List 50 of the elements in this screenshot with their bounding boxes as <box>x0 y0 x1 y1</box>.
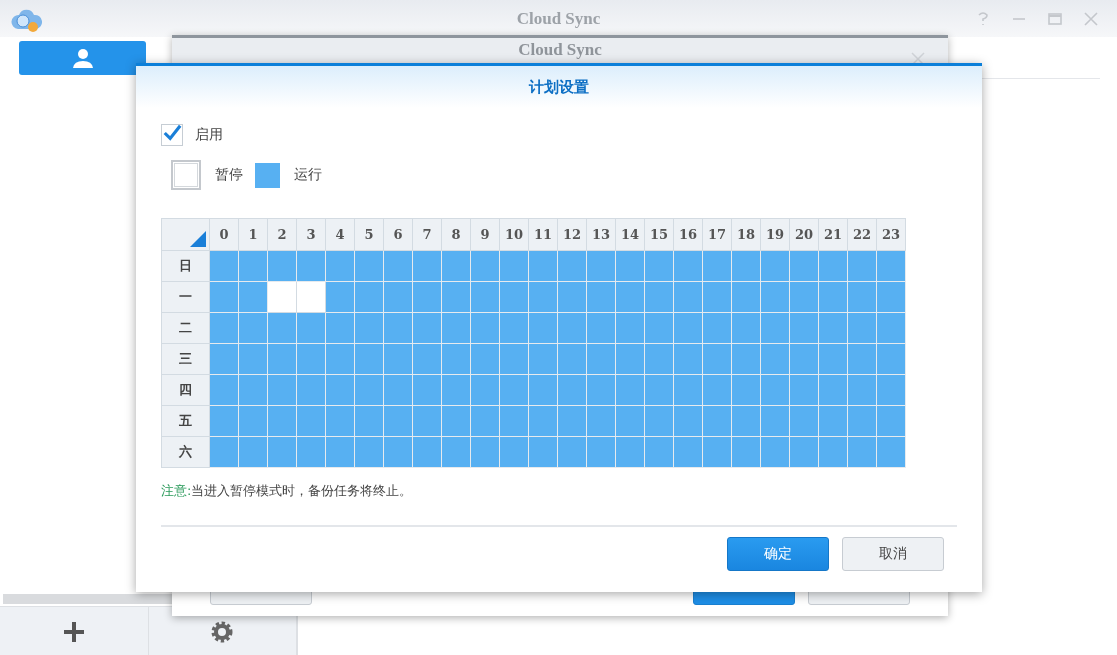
triangle-icon <box>190 231 206 247</box>
day-header[interactable]: 四 <box>161 374 210 406</box>
hour-header[interactable]: 12 <box>557 218 587 251</box>
day-header[interactable]: 日 <box>161 250 210 282</box>
paused-swatch <box>171 160 201 190</box>
hour-header[interactable]: 7 <box>412 218 442 251</box>
checkbox-label: 启用 <box>195 126 223 144</box>
hour-header[interactable]: 5 <box>354 218 384 251</box>
day-header[interactable]: 二 <box>161 312 210 344</box>
hour-header[interactable]: 6 <box>383 218 413 251</box>
hour-header[interactable]: 4 <box>325 218 355 251</box>
hour-header[interactable]: 11 <box>528 218 558 251</box>
user-tab[interactable] <box>19 41 146 75</box>
window-title: Cloud Sync <box>515 8 602 29</box>
dialog-title: 计划设置 <box>529 77 589 97</box>
dialog-title: Cloud Sync <box>518 40 602 59</box>
hour-header[interactable]: 2 <box>267 218 297 251</box>
settings-icon <box>210 619 235 644</box>
hour-header[interactable]: 0 <box>209 218 239 251</box>
legend-label: 暂停 <box>215 166 243 184</box>
hour-header[interactable]: 22 <box>847 218 877 251</box>
hour-header[interactable]: 10 <box>499 218 529 251</box>
day-header[interactable]: 五 <box>161 405 210 437</box>
note-label: 注意: <box>161 483 192 498</box>
user-icon <box>70 46 95 70</box>
hour-header[interactable]: 14 <box>615 218 645 251</box>
hour-header[interactable]: 18 <box>731 218 761 251</box>
legend-label: 运行 <box>294 166 322 184</box>
enable-checkbox[interactable] <box>161 124 183 146</box>
hour-header[interactable]: 23 <box>876 218 906 251</box>
hour-header[interactable]: 20 <box>789 218 819 251</box>
hour-header[interactable]: 19 <box>760 218 790 251</box>
hour-header[interactable]: 16 <box>673 218 703 251</box>
hour-header[interactable]: 8 <box>441 218 471 251</box>
day-header[interactable]: 一 <box>161 281 210 313</box>
hour-header[interactable]: 1 <box>238 218 268 251</box>
hour-header[interactable]: 17 <box>702 218 732 251</box>
day-header[interactable]: 六 <box>161 436 210 468</box>
maximize-icon[interactable] <box>1047 10 1063 27</box>
hour-header[interactable]: 9 <box>470 218 500 251</box>
hour-header[interactable]: 3 <box>296 218 326 251</box>
hour-header[interactable]: 15 <box>644 218 674 251</box>
running-swatch <box>255 162 280 188</box>
cancel-button[interactable]: 取消 <box>842 537 944 571</box>
day-header[interactable]: 三 <box>161 343 210 375</box>
plus-icon <box>61 619 86 644</box>
note-text: 当进入暂停模式时，备份任务将终止。 <box>191 483 413 498</box>
close-icon[interactable] <box>1083 10 1099 27</box>
hour-header[interactable]: 21 <box>818 218 848 251</box>
hour-header[interactable]: 13 <box>586 218 616 251</box>
